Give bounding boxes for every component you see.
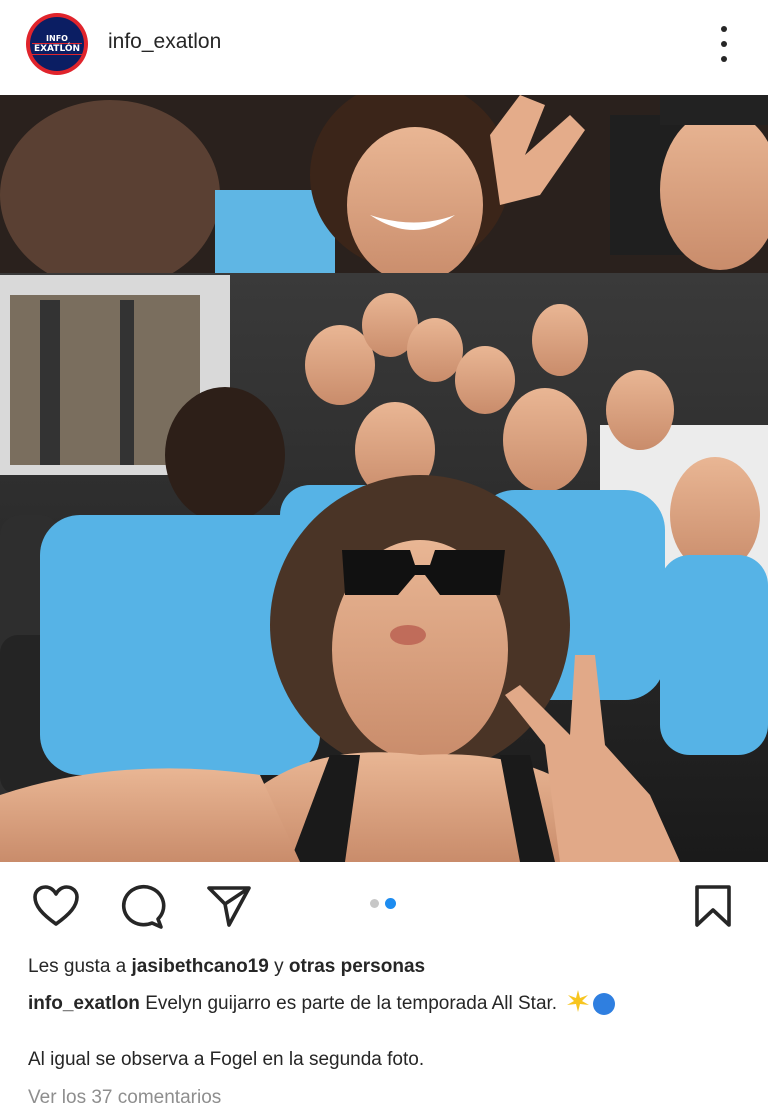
- bookmark-icon[interactable]: [692, 884, 734, 933]
- avatar-text-bottom: EXATLÓN: [31, 42, 83, 55]
- likes-summary[interactable]: Les gusta a jasibethcano19 y otras perso…: [28, 956, 425, 978]
- heart-icon[interactable]: [32, 884, 80, 933]
- likes-prefix: Les gusta a: [28, 956, 127, 977]
- caption-text: Evelyn guijarro es parte de la temporada…: [145, 993, 558, 1015]
- likes-user[interactable]: jasibethcano19: [132, 956, 269, 977]
- avatar-text-top: INFO: [46, 33, 68, 43]
- avatar-logo: INFO EXATLÓN: [30, 17, 84, 71]
- likes-mid: y: [274, 956, 284, 977]
- blue-circle-emoji: [593, 993, 616, 1015]
- likes-others[interactable]: otras personas: [289, 956, 425, 977]
- carousel-indicator: [370, 898, 396, 909]
- more-options-icon[interactable]: [716, 26, 732, 62]
- send-icon[interactable]: [205, 884, 253, 933]
- sparkle-star-emoji: [566, 989, 590, 1019]
- caption: info_exatlon Evelyn guijarro es parte de…: [28, 989, 748, 1019]
- group-selfie-image: [0, 95, 768, 862]
- post-username[interactable]: info_exatlon: [108, 30, 221, 54]
- action-bar: [0, 870, 768, 944]
- view-comments-link[interactable]: Ver los 37 comentarios: [28, 1087, 221, 1109]
- comment-bubble-icon[interactable]: [118, 884, 166, 935]
- carousel-dot-2-active: [385, 898, 396, 909]
- caption-line-2: Al igual se observa a Fogel en la segund…: [28, 1049, 425, 1070]
- caption-username[interactable]: info_exatlon: [28, 993, 140, 1014]
- post-header: INFO EXATLÓN info_exatlon: [0, 0, 768, 90]
- avatar[interactable]: INFO EXATLÓN: [26, 13, 88, 75]
- carousel-dot-1: [370, 899, 379, 908]
- post-photo[interactable]: [0, 95, 768, 862]
